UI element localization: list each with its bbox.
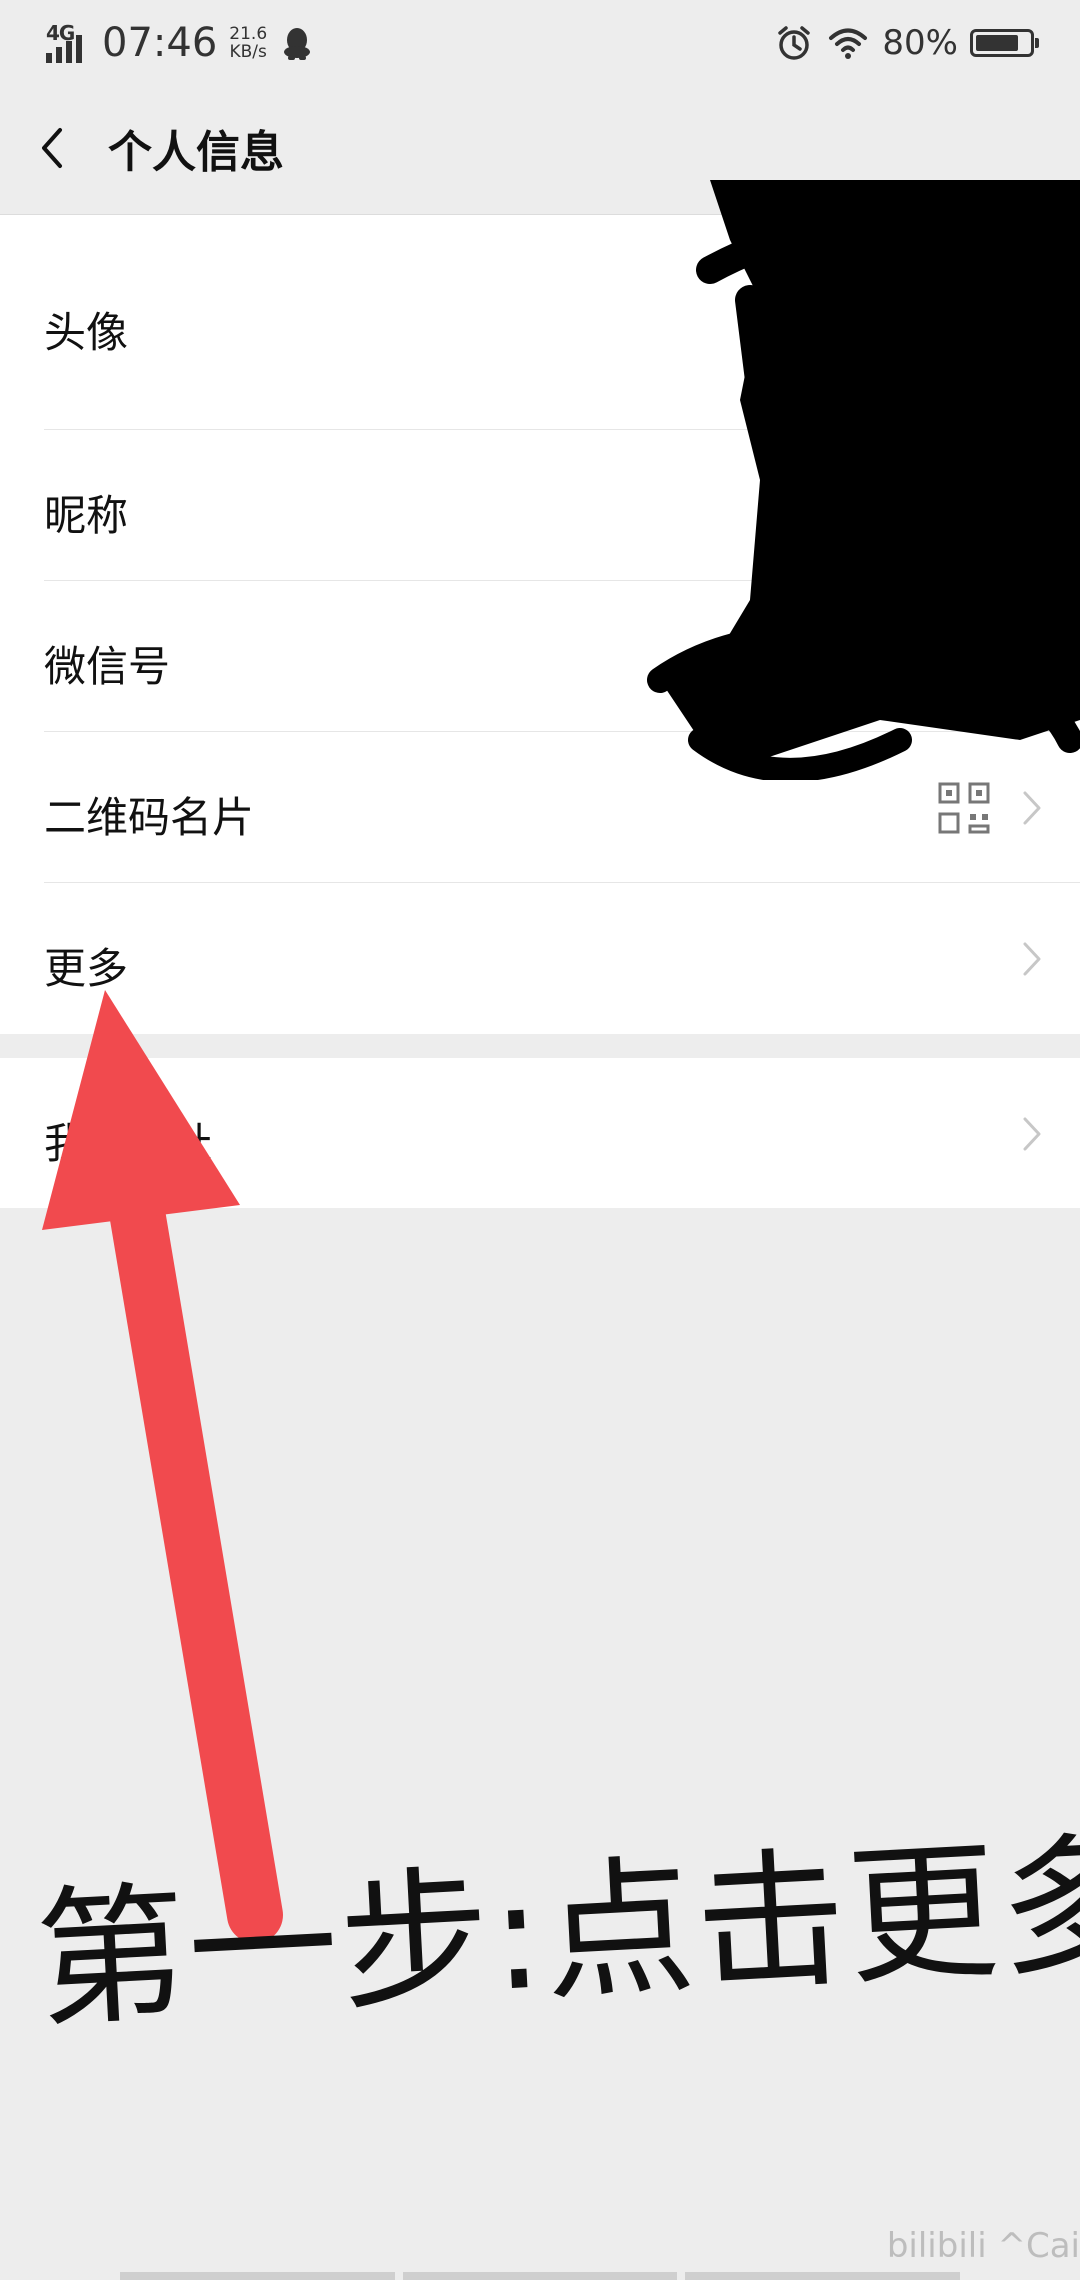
redaction-scribble bbox=[647, 180, 1080, 780]
battery-icon bbox=[970, 29, 1039, 57]
battery-percent: 80% bbox=[882, 23, 958, 63]
speed-unit: KB/s bbox=[229, 42, 267, 62]
home-indicator bbox=[120, 2272, 961, 2280]
speed-value: 21.6 bbox=[229, 24, 268, 44]
qr-code-icon bbox=[938, 782, 990, 834]
alarm-icon bbox=[778, 26, 811, 60]
battery-fill bbox=[976, 35, 1018, 51]
chevron-right-icon bbox=[1023, 791, 1041, 825]
network-speed: 21.6 KB/s bbox=[229, 25, 267, 61]
list-item-label: 二维码名片 bbox=[44, 793, 255, 842]
status-right: 80% bbox=[774, 18, 1039, 68]
watermark: bilibili ^Cai bbox=[886, 2226, 1080, 2266]
list-item-label: 昵称 bbox=[44, 491, 129, 540]
list-item-label: 头像 bbox=[44, 308, 129, 357]
cellular-signal-icon: 4G bbox=[46, 21, 90, 65]
wifi-icon bbox=[829, 28, 868, 59]
page-title: 个人信息 bbox=[108, 127, 284, 178]
status-left: 4G 07:46 21.6 KB/s bbox=[46, 18, 311, 68]
status-time: 07:46 bbox=[102, 20, 218, 66]
chevron-left-icon[interactable] bbox=[28, 120, 84, 176]
list-item-label: 微信号 bbox=[44, 642, 171, 691]
status-bar: 4G 07:46 21.6 KB/s 80% bbox=[0, 0, 1080, 84]
qq-penguin-icon bbox=[284, 28, 311, 60]
